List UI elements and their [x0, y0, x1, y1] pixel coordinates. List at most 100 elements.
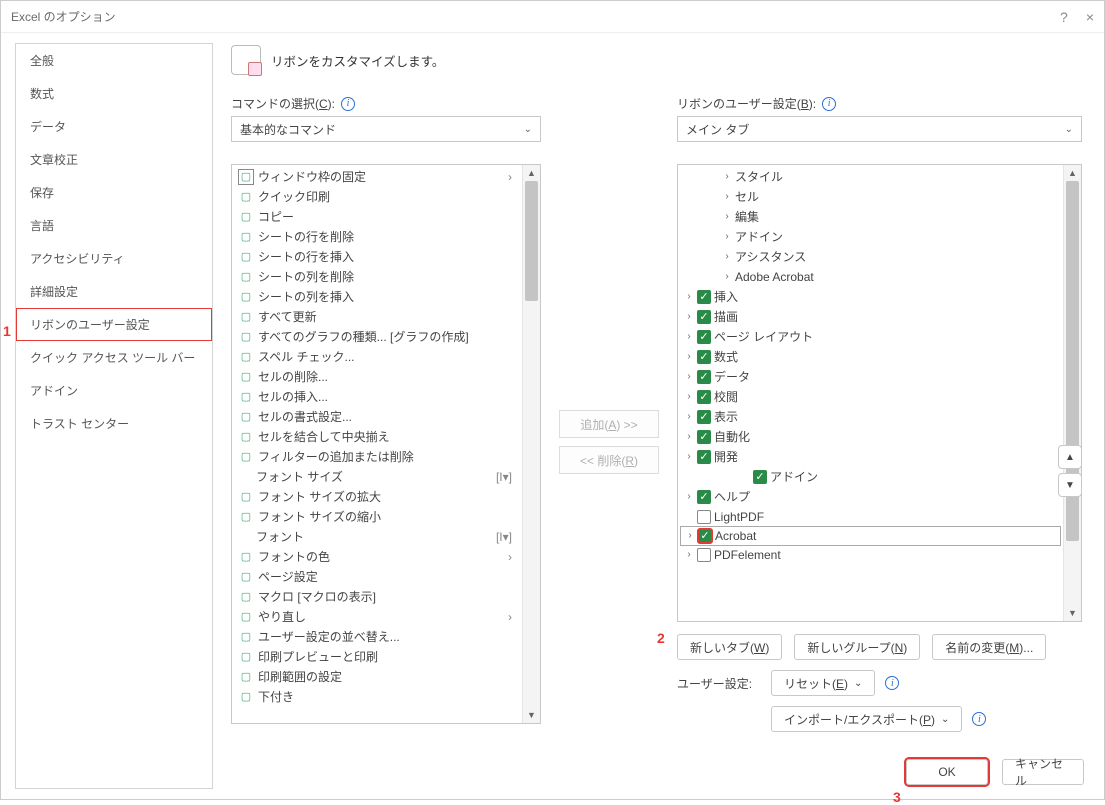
- command-item[interactable]: ▢フォント サイズの拡大: [234, 487, 520, 507]
- choose-commands-dropdown[interactable]: 基本的なコマンド ⌄: [231, 116, 541, 142]
- tree-item[interactable]: ›校閲: [680, 387, 1061, 407]
- expand-caret-icon[interactable]: ›: [684, 368, 694, 386]
- command-item[interactable]: ▢コピー: [234, 207, 520, 227]
- command-item[interactable]: ▢印刷プレビューと印刷: [234, 647, 520, 667]
- command-item[interactable]: ▢やり直し›: [234, 607, 520, 627]
- scroll-down-icon[interactable]: ▼: [1064, 605, 1081, 621]
- sidebar-item[interactable]: 文章校正: [16, 143, 212, 176]
- info-icon[interactable]: [972, 712, 986, 726]
- remove-button[interactable]: << 削除(R): [559, 446, 659, 474]
- tree-item[interactable]: ›アドイン: [680, 227, 1061, 247]
- tree-checkbox[interactable]: [697, 548, 711, 562]
- tree-item[interactable]: ›スタイル: [680, 167, 1061, 187]
- tree-item[interactable]: ›ヘルプ: [680, 487, 1061, 507]
- command-item[interactable]: ▢すべて更新: [234, 307, 520, 327]
- command-item[interactable]: ▢すべてのグラフの種類... [グラフの作成]: [234, 327, 520, 347]
- command-item[interactable]: ▢下付き: [234, 687, 520, 707]
- commands-listbox[interactable]: ▢ウィンドウ枠の固定›▢クイック印刷▢コピー▢シートの行を削除▢シートの行を挿入…: [231, 164, 541, 724]
- expand-caret-icon[interactable]: ›: [684, 388, 694, 406]
- tree-checkbox[interactable]: [697, 330, 711, 344]
- sidebar-item[interactable]: 全般: [16, 44, 212, 77]
- tree-item[interactable]: ›データ: [680, 367, 1061, 387]
- tree-checkbox[interactable]: [697, 410, 711, 424]
- command-item[interactable]: ▢フォントの色›: [234, 547, 520, 567]
- expand-caret-icon[interactable]: ›: [722, 268, 732, 286]
- command-item[interactable]: フォント[I▾]: [234, 527, 520, 547]
- tree-item[interactable]: ›LightPDF: [680, 507, 1061, 527]
- expand-caret-icon[interactable]: ›: [684, 348, 694, 366]
- tree-checkbox[interactable]: [697, 290, 711, 304]
- tree-checkbox[interactable]: [697, 350, 711, 364]
- tree-checkbox[interactable]: [698, 529, 712, 543]
- reset-dropdown[interactable]: リセット(E) ⌄: [771, 670, 875, 696]
- help-icon[interactable]: ?: [1060, 9, 1068, 25]
- sidebar-item[interactable]: アクセシビリティ: [16, 242, 212, 275]
- command-item[interactable]: ▢印刷範囲の設定: [234, 667, 520, 687]
- expand-caret-icon[interactable]: ›: [684, 488, 694, 506]
- tree-item[interactable]: ›Adobe Acrobat: [680, 267, 1061, 287]
- command-item[interactable]: ▢マクロ [マクロの表示]: [234, 587, 520, 607]
- expand-caret-icon[interactable]: ›: [722, 248, 732, 266]
- new-group-button[interactable]: 新しいグループ(N): [794, 634, 920, 660]
- sidebar-item[interactable]: トラスト センター: [16, 407, 212, 440]
- scrollbar[interactable]: ▲ ▼: [522, 165, 540, 723]
- tree-item[interactable]: ›数式: [680, 347, 1061, 367]
- command-item[interactable]: ▢スペル チェック...: [234, 347, 520, 367]
- command-item[interactable]: ▢シートの行を削除: [234, 227, 520, 247]
- rename-button[interactable]: 名前の変更(M)...: [932, 634, 1046, 660]
- info-icon[interactable]: [822, 97, 836, 111]
- command-item[interactable]: ▢ページ設定: [234, 567, 520, 587]
- expand-caret-icon[interactable]: ›: [684, 408, 694, 426]
- tree-item[interactable]: ›表示: [680, 407, 1061, 427]
- command-item[interactable]: ▢ユーザー設定の並べ替え...: [234, 627, 520, 647]
- tree-item[interactable]: ›ページ レイアウト: [680, 327, 1061, 347]
- expand-caret-icon[interactable]: ›: [684, 546, 694, 564]
- tree-checkbox[interactable]: [697, 370, 711, 384]
- expand-caret-icon[interactable]: ›: [684, 308, 694, 326]
- tree-item[interactable]: ›編集: [680, 207, 1061, 227]
- sidebar-item[interactable]: データ: [16, 110, 212, 143]
- add-button[interactable]: 追加(A) >>: [559, 410, 659, 438]
- command-item[interactable]: ▢シートの行を挿入: [234, 247, 520, 267]
- expand-caret-icon[interactable]: ›: [722, 168, 732, 186]
- scroll-up-icon[interactable]: ▲: [523, 165, 540, 181]
- ribbon-tree[interactable]: ›スタイル›セル›編集›アドイン›アシスタンス›Adobe Acrobat›挿入…: [677, 164, 1082, 622]
- scrollbar[interactable]: ▲ ▼: [1063, 165, 1081, 621]
- cancel-button[interactable]: キャンセル: [1002, 759, 1084, 785]
- sidebar-item[interactable]: 保存: [16, 176, 212, 209]
- ribbon-tabs-dropdown[interactable]: メイン タブ ⌄: [677, 116, 1082, 142]
- tree-checkbox[interactable]: [697, 390, 711, 404]
- expand-caret-icon[interactable]: ›: [684, 328, 694, 346]
- command-item[interactable]: ▢シートの列を削除: [234, 267, 520, 287]
- tree-item[interactable]: ›アドイン: [680, 467, 1061, 487]
- expand-caret-icon[interactable]: ›: [685, 527, 695, 545]
- tree-checkbox[interactable]: [697, 510, 711, 524]
- expand-caret-icon[interactable]: ›: [722, 228, 732, 246]
- command-item[interactable]: ▢クイック印刷: [234, 187, 520, 207]
- command-item[interactable]: フォント サイズ[I▾]: [234, 467, 520, 487]
- tree-checkbox[interactable]: [697, 310, 711, 324]
- command-item[interactable]: ▢セルの書式設定...: [234, 407, 520, 427]
- tree-item[interactable]: ›描画: [680, 307, 1061, 327]
- tree-checkbox[interactable]: [753, 470, 767, 484]
- expand-caret-icon[interactable]: ›: [722, 188, 732, 206]
- expand-caret-icon[interactable]: ›: [684, 428, 694, 446]
- tree-item[interactable]: ›セル: [680, 187, 1061, 207]
- sidebar-item[interactable]: 詳細設定: [16, 275, 212, 308]
- expand-caret-icon[interactable]: ›: [684, 288, 694, 306]
- command-item[interactable]: ▢フォント サイズの縮小: [234, 507, 520, 527]
- sidebar-item[interactable]: 言語: [16, 209, 212, 242]
- sidebar-item[interactable]: アドイン: [16, 374, 212, 407]
- command-item[interactable]: ▢セルの挿入...: [234, 387, 520, 407]
- tree-checkbox[interactable]: [697, 450, 711, 464]
- sidebar-item[interactable]: クイック アクセス ツール バー: [16, 341, 212, 374]
- move-down-button[interactable]: ▼: [1058, 473, 1082, 497]
- ok-button[interactable]: OK: [906, 759, 988, 785]
- tree-checkbox[interactable]: [697, 430, 711, 444]
- command-item[interactable]: ▢シートの列を挿入: [234, 287, 520, 307]
- move-up-button[interactable]: ▲: [1058, 445, 1082, 469]
- sidebar-item[interactable]: リボンのユーザー設定: [16, 308, 212, 341]
- tree-item[interactable]: ›自動化: [680, 427, 1061, 447]
- command-item[interactable]: ▢セルの削除...: [234, 367, 520, 387]
- info-icon[interactable]: [885, 676, 899, 690]
